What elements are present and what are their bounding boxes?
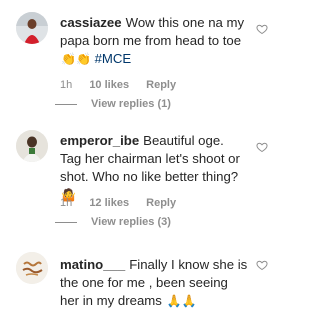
comment-meta: 1h 12 likes Reply [60,196,190,210]
view-replies-label: View replies (3) [91,216,171,228]
reply-button[interactable]: Reply [146,196,176,210]
avatar-image [16,252,48,284]
avatar-image [16,130,48,162]
comment-likes[interactable]: 10 likes [89,78,129,92]
heart-outline-icon[interactable] [256,141,268,153]
comment-username[interactable]: cassiazee [60,15,122,30]
comment-meta: 1h 10 likes Reply [60,78,190,92]
view-replies-label: View replies (1) [91,98,171,110]
comment-username[interactable]: matino___ [60,257,125,272]
comment-time: 1h [60,79,73,91]
comment-time: 1h [60,197,73,209]
heart-outline-icon[interactable] [256,23,268,35]
comment-text: cassiazee Wow this one na my papa born me… [60,14,248,68]
heart-outline-icon[interactable] [256,259,268,271]
comment-text: matino___ Finally I know she is the one f… [60,256,248,310]
avatar[interactable] [16,130,48,162]
comment-item: emperor_ibe Beautiful oge. Tag her chairm… [0,112,282,232]
replies-divider [55,221,77,223]
avatar-image [16,12,48,44]
comment-likes[interactable]: 12 likes [89,196,129,210]
comment-item: matino___ Finally I know she is the one f… [0,236,282,310]
view-replies-button[interactable]: View replies (3) [55,215,171,229]
replies-divider [55,103,77,105]
hashtag-link[interactable]: #MCE [95,51,132,66]
comment-item: cassiazee Wow this one na my papa born me… [0,0,282,110]
avatar[interactable] [16,12,48,44]
comment-text: emperor_ibe Beautiful oge. Tag her chairm… [60,132,248,204]
avatar[interactable] [16,252,48,284]
comment-emojis: 🙏🙏 [166,294,197,308]
view-replies-button[interactable]: View replies (1) [55,97,171,111]
reply-button[interactable]: Reply [146,78,176,92]
comment-emojis: 👏👏 [61,52,91,66]
comment-username[interactable]: emperor_ibe [60,133,139,148]
